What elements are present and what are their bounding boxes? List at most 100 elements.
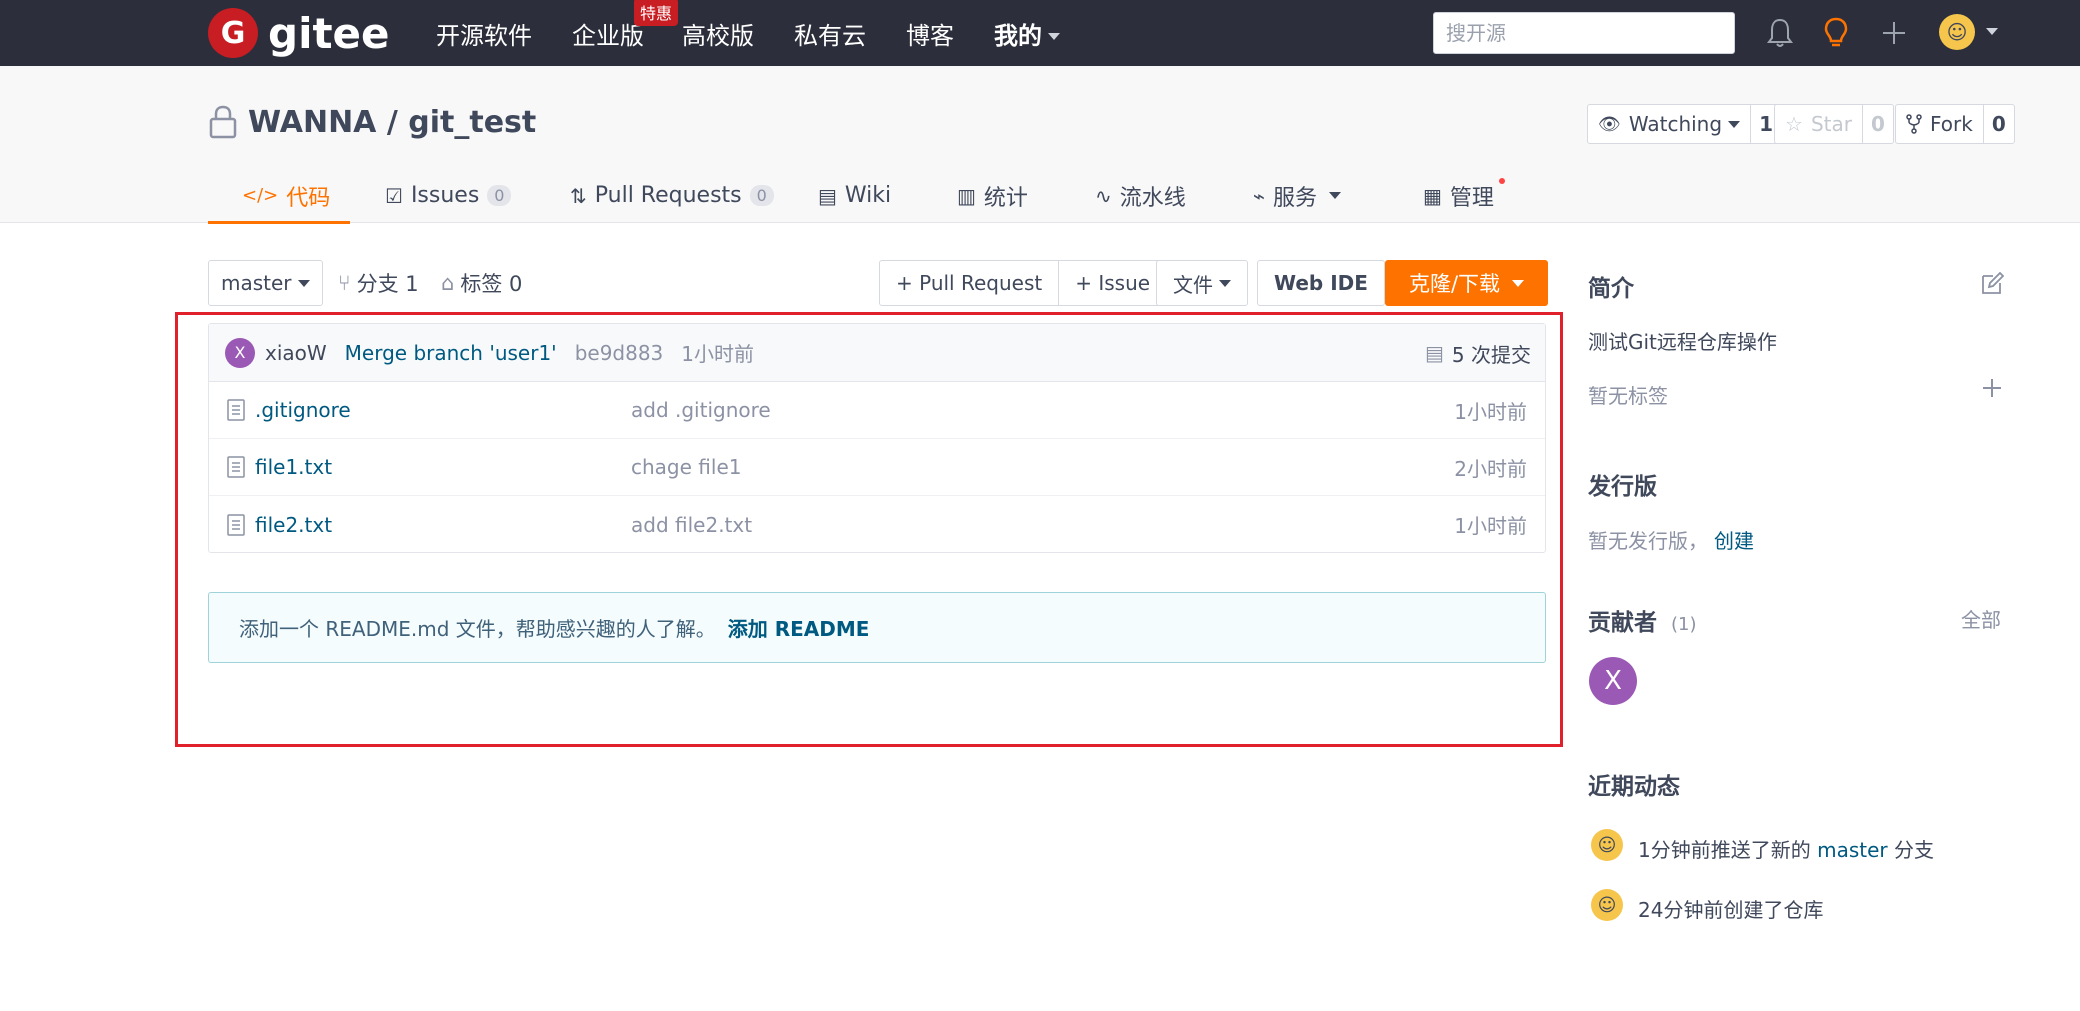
branch-select-label: master [221,271,292,295]
file-icon [227,513,245,536]
tags-link[interactable]: ⌂ 标签 0 [441,260,522,306]
commit-message[interactable]: Merge branch 'user1' [345,341,557,365]
all-contributors-link[interactable]: 全部 [1961,604,2001,633]
recent-activity-heading: 近期动态 [1588,774,1680,800]
star-button[interactable]: ☆ Star [1775,105,1863,143]
bell-icon[interactable] [1762,14,1798,52]
activity-item: 1分钟前推送了新的 master 分支 [1638,834,1934,863]
activity-text: 1分钟前推送了新的 [1638,838,1818,862]
top-navbar: G gitee 开源软件 企业版 特惠 高校版 私有云 博客 我的 ☺ [0,0,2080,66]
branch-select[interactable]: master [208,260,323,306]
commit-count-link[interactable]: ▤ 5 次提交 [1425,324,1531,382]
file-row[interactable]: file1.txt chage file1 2小时前 [209,439,1545,496]
tab-issues[interactable]: ☑ Issues 0 [350,168,530,223]
file-tree: X xiaoW Merge branch 'user1' be9d883 1小时… [208,323,1546,553]
lock-icon [209,105,237,139]
repo-owner-link[interactable]: WANNA [248,105,376,140]
new-pull-request-button[interactable]: + Pull Request [880,261,1058,305]
user-avatar[interactable]: ☺ [1939,14,1975,50]
edit-icon[interactable] [1980,272,2004,296]
add-readme-link[interactable]: 添加 README [728,613,870,642]
watch-control: 👁 Watching 1 [1587,104,1782,144]
gitee-logo[interactable]: G gitee [208,8,390,58]
activity-branch-link[interactable]: master [1817,838,1888,862]
commit-hash[interactable]: be9d883 [575,341,664,365]
contributor-avatar[interactable]: X [1589,657,1637,705]
intro-description: 测试Git远程仓库操作 [1588,330,1777,354]
nav-mine-dropdown[interactable]: 我的 [994,16,1060,51]
fork-button-group: Fork 0 [1895,104,2015,144]
file-name-link[interactable]: file2.txt [255,513,631,537]
create-release-link[interactable]: 创建 [1714,529,1754,553]
file-commit-time: 1小时前 [1454,514,1527,538]
tab-pipeline[interactable]: ∿ 流水线 [1063,168,1223,223]
chevron-down-icon [1048,33,1060,40]
add-tag-icon[interactable] [1980,374,2004,407]
nav-university[interactable]: 高校版 [682,16,754,51]
file-commit-message[interactable]: add file2.txt [631,513,752,537]
activity-user-avatar[interactable]: ☺ [1591,889,1623,921]
tag-icon: ⌂ [441,271,455,295]
file-row[interactable]: .gitignore add .gitignore 1小时前 [209,382,1545,439]
activity-text: 24分钟前创建了仓库 [1638,898,1824,922]
clone-download-button[interactable]: 克隆/下载 [1385,260,1548,306]
tab-pull-requests[interactable]: ⇅ Pull Requests 0 [530,168,785,223]
chevron-down-icon [1219,279,1231,287]
file-commit-message[interactable]: add .gitignore [631,398,771,422]
file-icon [227,399,245,421]
nav-enterprise[interactable]: 企业版 特惠 [572,0,678,51]
lightbulb-icon[interactable] [1818,14,1854,52]
tab-wiki[interactable]: ▤ Wiki [785,168,925,223]
new-issue-button[interactable]: + Issue [1058,261,1166,305]
file-row[interactable]: file2.txt add file2.txt 1小时前 [209,496,1545,553]
nav-open-source[interactable]: 开源软件 [436,16,532,51]
search-input[interactable] [1433,12,1735,54]
chevron-down-icon [1329,192,1342,199]
tab-services[interactable]: ⌁ 服务 [1223,168,1393,223]
gitee-logo-icon: G [208,8,258,58]
no-tags-text: 暂无标签 [1588,384,1668,408]
activity-user-avatar[interactable]: ☺ [1591,829,1623,861]
pr-count-badge: 0 [749,185,774,206]
watch-button-group: 👁 Watching 1 [1587,104,1782,144]
tab-code[interactable]: </> 代码 [208,168,350,224]
pipeline-icon: ∿ [1095,183,1112,208]
file-name-link[interactable]: .gitignore [255,398,631,422]
file-icon [227,456,245,478]
plus-icon[interactable] [1876,14,1912,52]
web-ide-button[interactable]: Web IDE [1258,261,1384,305]
file-name-link[interactable]: file1.txt [255,455,631,479]
nav-mine-label: 我的 [994,21,1042,50]
tab-manage[interactable]: ▦ 管理 [1393,168,1543,223]
fork-button[interactable]: Fork [1896,105,1984,143]
main-nav: 开源软件 企业版 特惠 高校版 私有云 博客 我的 [436,0,1100,66]
watch-button[interactable]: 👁 Watching [1588,105,1752,143]
file-commit-message[interactable]: chage file1 [631,455,741,479]
branches-link[interactable]: ⑂ 分支 1 [338,260,419,306]
star-count[interactable]: 0 [1863,105,1893,143]
tab-pull-requests-label: Pull Requests [594,183,742,208]
latest-commit: X xiaoW Merge branch 'user1' be9d883 1小时… [209,324,1545,382]
file-dropdown-label: 文件 [1173,272,1213,297]
tab-code-label: 代码 [286,185,331,211]
repo-separator: / [376,104,409,140]
chevron-down-icon [297,279,310,287]
watch-label: Watching [1628,112,1723,136]
tab-stats[interactable]: ▥ 统计 [925,168,1063,223]
nav-blog[interactable]: 博客 [906,16,954,51]
repo-toolbar: master ⑂ 分支 1 ⌂ 标签 0 + Pull Request + Is… [208,260,1548,306]
releases-heading: 发行版 [1588,474,1657,500]
commit-author[interactable]: xiaoW [265,341,327,365]
contributors-count: (1) [1671,614,1697,635]
nav-private-cloud[interactable]: 私有云 [794,16,866,51]
file-dropdown-button[interactable]: 文件 [1157,261,1247,305]
commit-author-avatar[interactable]: X [225,337,255,368]
repo-name-link[interactable]: git_test [408,105,536,140]
fork-count[interactable]: 0 [1984,105,2014,143]
chevron-down-icon[interactable] [1986,28,1998,35]
fork-control: Fork 0 [1895,104,2015,144]
pull-request-icon: ⇅ [570,183,587,208]
star-button-group: ☆ Star 0 [1774,104,1894,144]
chevron-down-icon [1512,279,1525,287]
tab-manage-label: 管理 [1449,185,1494,211]
